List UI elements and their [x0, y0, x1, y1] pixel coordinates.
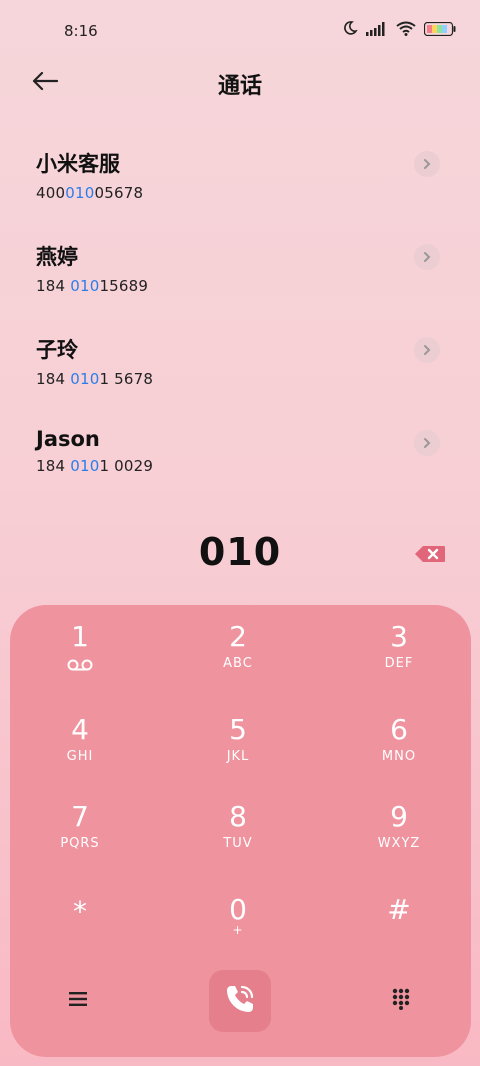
- key-letters: DEF: [384, 656, 414, 671]
- status-bar: 8:16: [0, 0, 480, 62]
- contact-item[interactable]: 燕婷 184 01015689: [0, 233, 480, 326]
- key-digit: 9: [390, 800, 408, 833]
- chevron-right-icon: [422, 341, 432, 360]
- dialpad-icon: [392, 988, 410, 1014]
- key-5[interactable]: 5 JKL: [168, 713, 308, 793]
- key-digit: #: [387, 893, 411, 926]
- contact-number: 184 0101 5678: [36, 370, 154, 388]
- key-letters: +: [232, 923, 244, 937]
- key-4[interactable]: 4 GHI: [10, 713, 150, 793]
- key-letters: ABC: [223, 656, 253, 671]
- contact-name: 燕婷: [36, 245, 78, 269]
- key-digit: 6: [390, 713, 408, 746]
- call-button[interactable]: [209, 970, 271, 1032]
- key-digit: 8: [229, 800, 247, 833]
- wifi-icon: [396, 21, 416, 40]
- key-digit: 5: [229, 713, 247, 746]
- header: 通话: [0, 62, 480, 102]
- contact-detail-button[interactable]: [414, 244, 440, 270]
- contact-item[interactable]: 子玲 184 0101 5678: [0, 326, 480, 419]
- contact-detail-button[interactable]: [414, 151, 440, 177]
- key-letters: MNO: [381, 749, 417, 764]
- phone-call-icon: [223, 982, 257, 1020]
- contact-number: 40001005678: [36, 184, 144, 202]
- status-icons: [342, 20, 456, 40]
- key-2[interactable]: 2 ABC: [168, 620, 308, 700]
- key-letters: WXYZ: [377, 836, 421, 851]
- key-0[interactable]: 0 +: [168, 893, 308, 973]
- signal-icon: [366, 21, 388, 40]
- contact-item[interactable]: 小米客服 40001005678: [0, 140, 480, 233]
- key-8[interactable]: 8 TUV: [168, 800, 308, 880]
- key-digit: 2: [229, 620, 247, 653]
- battery-icon: [423, 21, 456, 40]
- contact-number: 184 0101 0029: [36, 457, 154, 475]
- dialed-number: 010: [198, 530, 282, 574]
- key-6[interactable]: 6 MNO: [329, 713, 469, 793]
- key-digit: 4: [71, 713, 89, 746]
- key-3[interactable]: 3 DEF: [329, 620, 469, 700]
- chevron-right-icon: [422, 155, 432, 174]
- contact-name: Jason: [36, 427, 100, 451]
- key-star[interactable]: *: [10, 895, 150, 975]
- key-letters: PQRS: [60, 836, 100, 851]
- menu-button[interactable]: [64, 989, 92, 1013]
- key-1[interactable]: 1: [10, 620, 150, 700]
- key-digit: 7: [71, 800, 89, 833]
- moon-icon: [342, 20, 358, 40]
- dial-keypad: 1 2 ABC 3 DEF 4 GHI 5 JKL 6 MNO 7 PQRS 8…: [10, 605, 471, 1057]
- contact-number: 184 01015689: [36, 277, 149, 295]
- backspace-button[interactable]: [414, 545, 446, 563]
- key-digit: 3: [390, 620, 408, 653]
- backspace-icon: [414, 546, 446, 567]
- contact-detail-button[interactable]: [414, 430, 440, 456]
- contact-item[interactable]: Jason 184 0101 0029: [0, 419, 480, 512]
- chevron-right-icon: [422, 434, 432, 453]
- status-time: 8:16: [64, 22, 98, 40]
- contact-name: 小米客服: [36, 152, 120, 176]
- voicemail-icon: [10, 656, 150, 675]
- key-letters: TUV: [223, 836, 253, 851]
- key-letters: JKL: [226, 749, 250, 764]
- contact-detail-button[interactable]: [414, 337, 440, 363]
- contact-list: 小米客服 40001005678 燕婷 184 01015689 子玲 184 …: [0, 140, 480, 512]
- page-title: 通话: [217, 74, 262, 99]
- chevron-right-icon: [422, 248, 432, 267]
- key-7[interactable]: 7 PQRS: [10, 800, 150, 880]
- contact-name: 子玲: [36, 338, 78, 362]
- menu-icon: [69, 991, 87, 1011]
- keypad-toggle-button[interactable]: [388, 987, 414, 1015]
- key-digit: *: [73, 895, 87, 928]
- key-digit: 1: [71, 620, 89, 653]
- key-hash[interactable]: #: [329, 893, 469, 973]
- key-9[interactable]: 9 WXYZ: [329, 800, 469, 880]
- key-digit: 0: [229, 893, 247, 926]
- key-letters: GHI: [66, 749, 94, 764]
